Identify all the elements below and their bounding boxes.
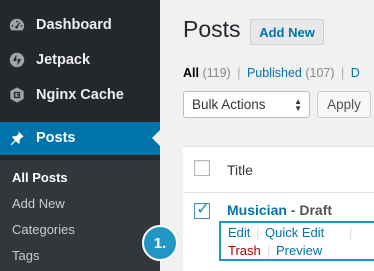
admin-sidebar: Dashboard Jetpack Nginx Cache Posts All …	[0, 0, 160, 271]
table-row: ✓ Musician - Draft Edit | Quick Edit | T…	[183, 194, 374, 271]
menu-label-jetpack: Jetpack	[36, 52, 91, 68]
menu-item-posts[interactable]: Posts	[0, 122, 160, 155]
edit-link[interactable]: Edit	[228, 225, 250, 240]
add-new-button[interactable]: Add New	[250, 19, 324, 45]
row-checkbox[interactable]: ✓	[194, 201, 210, 219]
submenu-item-tags[interactable]: Tags	[12, 248, 39, 263]
menu-item-jetpack[interactable]: Jetpack	[0, 45, 160, 75]
submenu-item-categories[interactable]: Categories	[12, 222, 75, 237]
step-callout-badge: 1.	[142, 225, 178, 261]
status-filters: All (119) | Published (107) | D	[183, 66, 360, 80]
posts-submenu: All Posts Add New Categories Tags	[0, 160, 160, 271]
page-title: Posts	[183, 16, 241, 42]
jetpack-icon	[9, 52, 25, 68]
select-updown-icon: ▲ ▼	[294, 97, 302, 113]
action-separator: |	[256, 225, 260, 240]
action-separator: |	[349, 225, 353, 240]
filter-published[interactable]: Published	[247, 66, 302, 80]
filter-separator: |	[341, 66, 345, 80]
pin-icon	[10, 131, 24, 146]
menu-item-dashboard[interactable]: Dashboard	[0, 10, 160, 40]
submenu-item-add-new[interactable]: Add New	[12, 196, 65, 211]
filter-all-count: (119)	[202, 66, 231, 80]
menu-label-nginx-cache: Nginx Cache	[36, 87, 124, 103]
row-actions: Edit | Quick Edit | Trash | Preview	[219, 221, 374, 261]
current-menu-arrow	[152, 130, 160, 146]
quick-edit-link[interactable]: Quick Edit	[265, 225, 324, 240]
menu-item-nginx-cache[interactable]: Nginx Cache	[0, 80, 160, 110]
submenu-item-all-posts[interactable]: All Posts	[12, 170, 68, 185]
filter-published-count: (107)	[305, 66, 335, 80]
action-separator: |	[267, 243, 271, 258]
menu-label-posts: Posts	[36, 130, 76, 146]
dashboard-icon	[9, 18, 25, 31]
table-header: Title	[183, 147, 374, 193]
column-header-title[interactable]: Title	[227, 162, 253, 178]
trash-link[interactable]: Trash	[228, 243, 261, 258]
post-state: - Draft	[286, 202, 333, 218]
checkmark-icon: ✓	[196, 201, 210, 218]
menu-label-dashboard: Dashboard	[36, 17, 112, 33]
post-title-row: Musician - Draft	[227, 202, 332, 218]
bulk-actions-value: Bulk Actions	[192, 97, 266, 112]
filter-separator: |	[237, 66, 241, 80]
select-all-checkbox[interactable]	[194, 160, 210, 176]
apply-button[interactable]: Apply	[317, 91, 371, 118]
nginx-cache-icon	[10, 87, 24, 103]
preview-link[interactable]: Preview	[276, 243, 322, 258]
bulk-actions-select[interactable]: Bulk Actions ▲ ▼	[183, 91, 310, 118]
filter-all[interactable]: All	[183, 66, 199, 80]
filter-next-truncated[interactable]: D	[351, 66, 360, 80]
posts-table: Title ✓ Musician - Draft Edit | Quick Ed…	[183, 146, 374, 271]
post-title-link[interactable]: Musician	[227, 202, 287, 218]
